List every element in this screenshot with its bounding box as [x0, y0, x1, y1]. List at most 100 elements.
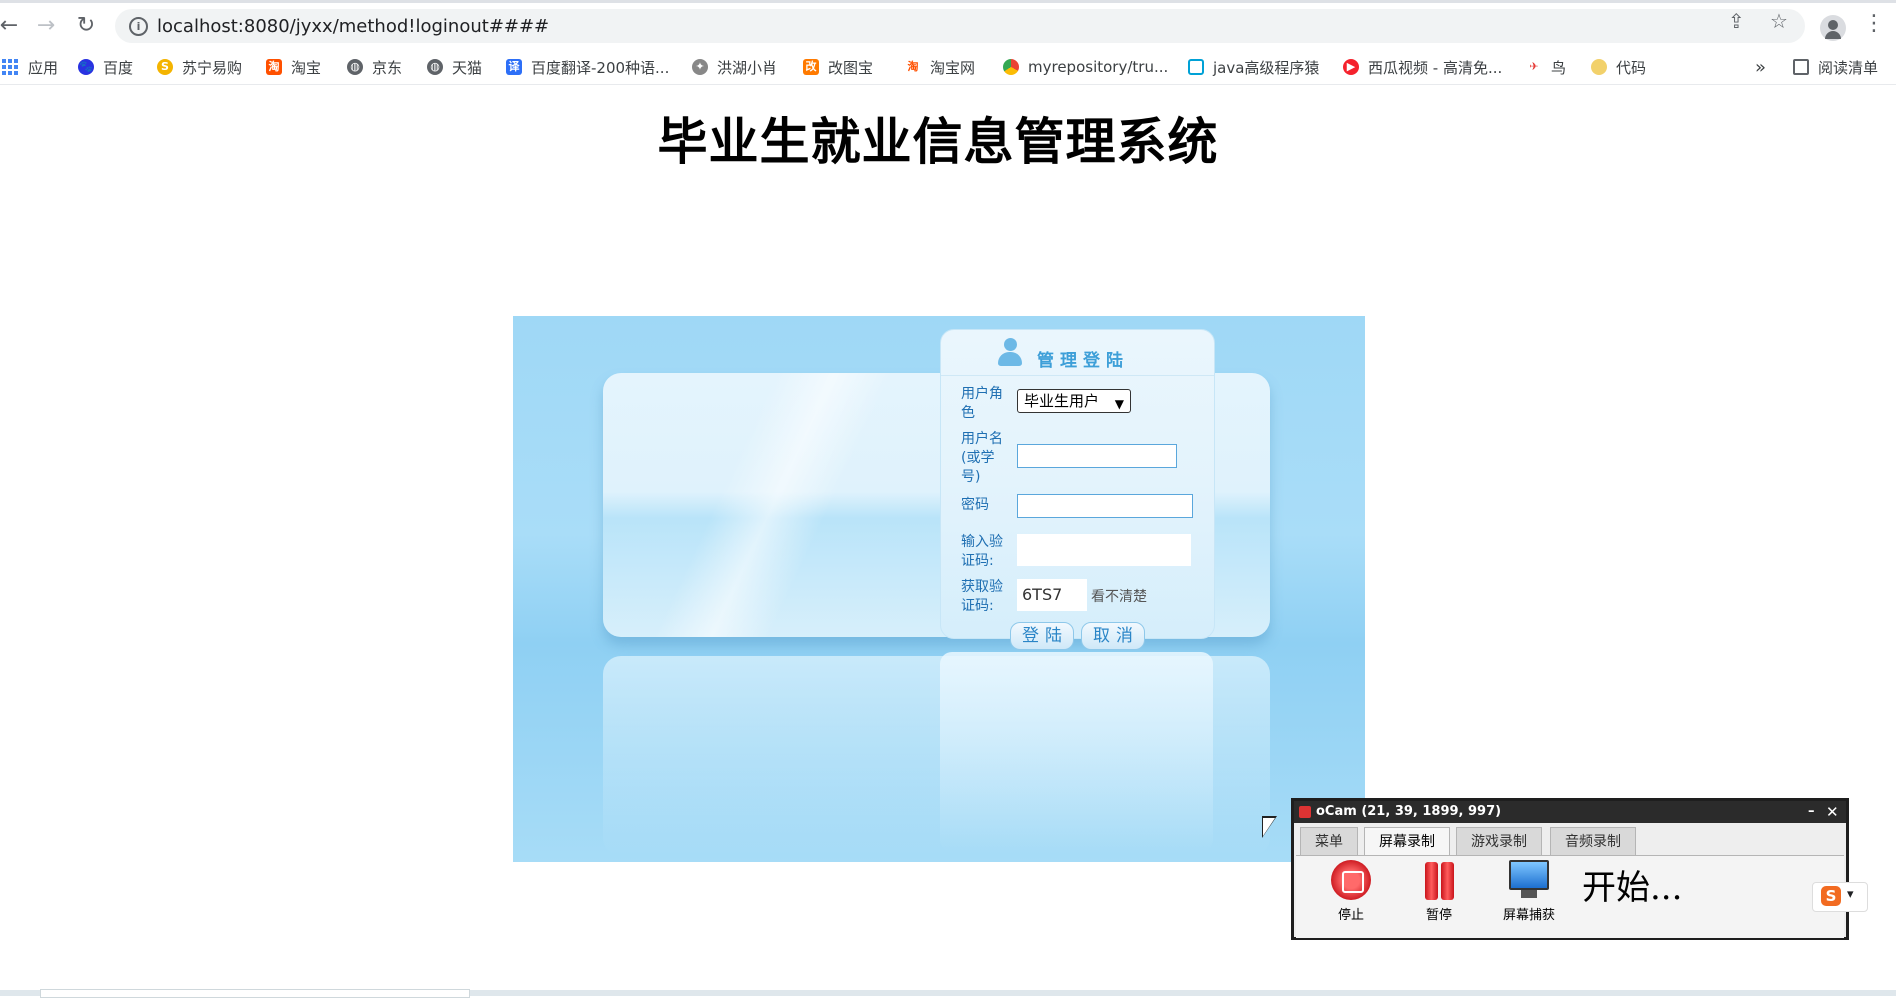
bookmark-label: 天猫 [452, 58, 483, 77]
bookmark-honghu[interactable]: ✦ 洪湖小肖 [692, 56, 777, 78]
bookmark-gaitubao[interactable]: 改 改图宝 [803, 56, 873, 78]
site-info-icon[interactable]: i [129, 17, 148, 36]
bookmark-baidu[interactable]: 🐾 百度 [78, 56, 133, 78]
stop-label: 停止 [1337, 908, 1364, 923]
bird-icon: ✦ [692, 59, 708, 75]
login-form: 管理登陆 用户角色 毕业生用户 ▼ 用户名(或学号) 密码 输入验证码: 获取验… [940, 329, 1215, 650]
ocam-tab-screen-record[interactable]: 屏幕录制 [1364, 827, 1450, 856]
stop-button[interactable]: 停止 [1319, 860, 1383, 923]
taobao-icon: 淘 [266, 59, 282, 75]
bookmark-xigua[interactable]: ▶ 西瓜视频 - 高清免... [1343, 56, 1502, 78]
captcha-refresh-link[interactable]: 看不清楚 [1091, 586, 1147, 606]
bookmark-code[interactable]: 代码 [1591, 56, 1646, 78]
login-title: 管理登陆 [1037, 351, 1129, 371]
bookmark-star-icon[interactable]: ☆ [1770, 9, 1788, 33]
reading-list-icon [1793, 59, 1809, 75]
bookmark-taobaowang[interactable]: 淘 淘宝网 [905, 56, 975, 78]
bookmark-java[interactable]: java高级程序猿 [1188, 56, 1319, 78]
chevron-down-icon: ▼ [1114, 397, 1124, 411]
username-input[interactable] [1017, 444, 1177, 468]
ocam-tab-game-record[interactable]: 游戏录制 [1456, 827, 1542, 856]
bookmark-label: 百度 [103, 58, 134, 77]
captcha-input-label: 输入验证码: [961, 534, 1003, 569]
close-icon[interactable]: ✕ [1826, 801, 1839, 823]
user-icon [997, 338, 1023, 368]
play-icon: ▶ [1343, 59, 1359, 75]
page-title: 毕业生就业信息管理系统 [657, 113, 1219, 171]
bookmark-myrepository[interactable]: myrepository/tru... [1003, 56, 1168, 78]
reload-icon[interactable]: ↻ [71, 11, 101, 41]
chrome-icon [1003, 59, 1019, 75]
globe-icon: ◍ [427, 59, 443, 75]
mouse-cursor-icon [1263, 818, 1275, 836]
bookmark-jd[interactable]: ◍ 京东 [347, 56, 402, 78]
bookmark-label: 苏宁易购 [182, 58, 243, 77]
ocam-status: 开始... [1582, 868, 1683, 908]
monitor-icon [1507, 860, 1551, 900]
bookmark-label: java高级程序猿 [1213, 58, 1320, 77]
bookmark-baidu-translate[interactable]: 译 百度翻译-200种语... [506, 56, 669, 78]
bookmark-label: 京东 [372, 58, 403, 77]
stop-icon [1331, 860, 1371, 900]
ocam-logo-icon [1299, 806, 1311, 818]
ocam-window: oCam (21, 39, 1899, 997) – ✕ 菜单 屏幕录制 游戏录… [1291, 798, 1849, 940]
login-background: 管理登陆 用户角色 毕业生用户 ▼ 用户名(或学号) 密码 输入验证码: 获取验… [513, 316, 1365, 862]
password-input[interactable] [1017, 494, 1193, 518]
bookmark-tmall[interactable]: ◍ 天猫 [427, 56, 482, 78]
bookmark-label: 洪湖小肖 [717, 58, 778, 77]
reading-list-button[interactable]: 阅读清单 [1793, 56, 1878, 78]
bookmark-bird[interactable]: ✈ 鸟 [1526, 56, 1566, 78]
back-icon[interactable]: ← [0, 11, 24, 41]
bookmark-apps[interactable]: 应用 [2, 56, 58, 78]
browser-toolbar: ← → ↻ i localhost:8080/jyxx/method!login… [0, 3, 1896, 47]
ocam-toolbar: 停止 暂停 屏幕捕获 开始... [1296, 855, 1844, 938]
folder-icon [1591, 59, 1607, 75]
bookmark-label: 鸟 [1551, 58, 1567, 77]
bookmark-label: myrepository/tru... [1028, 58, 1169, 76]
bookmarks-overflow-button[interactable]: » [1755, 56, 1766, 78]
ocam-tab-audio-record[interactable]: 音频录制 [1550, 827, 1636, 856]
taobao-icon: 淘 [905, 59, 921, 75]
password-label: 密码 [961, 497, 989, 513]
bilibili-tv-icon [1188, 59, 1204, 75]
captcha-get-label: 获取验证码: [961, 579, 1003, 614]
role-select[interactable]: 毕业生用户 ▼ [1017, 389, 1131, 413]
forward-icon[interactable]: → [31, 11, 61, 41]
translate-icon: 译 [506, 59, 522, 75]
browser-menu-icon[interactable]: ⋮ [1863, 11, 1885, 36]
bookmark-label: 应用 [28, 58, 59, 77]
bookmark-label: 代码 [1616, 58, 1647, 77]
pause-label: 暂停 [1425, 908, 1452, 923]
login-button[interactable]: 登陆 [1010, 622, 1074, 650]
screen-capture-label: 屏幕捕获 [1502, 908, 1555, 923]
bookmark-suning[interactable]: S 苏宁易购 [157, 56, 242, 78]
ocam-title: oCam (21, 39, 1899, 997) [1316, 804, 1502, 819]
profile-avatar-icon[interactable] [1820, 15, 1846, 41]
url-text[interactable]: localhost:8080/jyxx/method!loginout#### [157, 16, 549, 37]
ocam-tab-menu[interactable]: 菜单 [1300, 827, 1358, 856]
cancel-button[interactable]: 取消 [1081, 622, 1145, 650]
input-method-indicator[interactable]: S ▾ [1812, 882, 1868, 912]
apps-grid-icon [2, 59, 18, 75]
bookmark-label: 淘宝 [291, 58, 322, 77]
username-label: 用户名(或学号) [961, 431, 1003, 485]
share-icon[interactable]: ⇪ [1728, 9, 1745, 33]
captcha-input[interactable] [1017, 534, 1191, 566]
address-bar[interactable]: i localhost:8080/jyxx/method!loginout###… [115, 9, 1805, 43]
sogou-icon: S [1821, 886, 1841, 906]
bookmark-label: 改图宝 [828, 58, 874, 77]
globe-icon: ◍ [347, 59, 363, 75]
pause-button[interactable]: 暂停 [1407, 860, 1471, 923]
minimize-icon[interactable]: – [1808, 801, 1815, 823]
bookmarks-bar: 应用 🐾 百度 S 苏宁易购 淘 淘宝 ◍ 京东 ◍ 天猫 译 百度翻译-200… [0, 50, 1896, 85]
pause-icon [1419, 860, 1459, 900]
bottom-tab [40, 989, 470, 998]
login-box-reflection [940, 652, 1213, 852]
screen-capture-button[interactable]: 屏幕捕获 [1491, 860, 1567, 923]
overflow-chevron-icon: » [1755, 56, 1767, 78]
glass-streak [643, 373, 903, 637]
dropdown-arrow-icon: ▾ [1847, 887, 1854, 902]
ocam-titlebar[interactable]: oCam (21, 39, 1899, 997) – ✕ [1294, 801, 1846, 823]
bookmark-taobao[interactable]: 淘 淘宝 [266, 56, 321, 78]
captcha-image[interactable]: 6TS7 [1017, 579, 1087, 611]
